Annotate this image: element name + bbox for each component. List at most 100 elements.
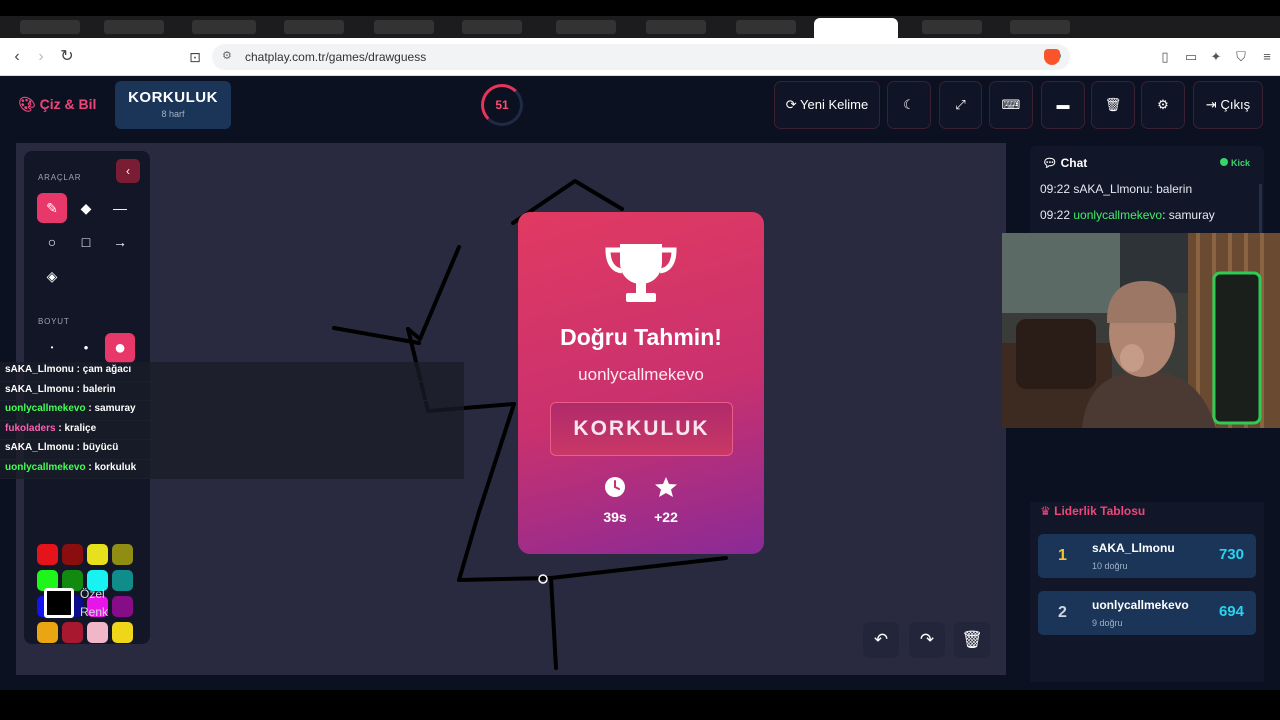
keyboard-button[interactable]: ⌨ (989, 81, 1033, 129)
leader-score: 694 (1218, 603, 1244, 620)
leo-icon[interactable]: ✦ (1207, 48, 1225, 66)
paint-bucket-icon: ◈ (46, 268, 58, 284)
bookmark-icon[interactable]: ⊡ (184, 46, 206, 68)
new-word-button[interactable]: ⟳ Yeni Kelime (774, 81, 880, 129)
clear-canvas-button[interactable]: 🗑︎ (954, 622, 990, 658)
browser-tab[interactable] (556, 20, 616, 34)
color-swatch[interactable]: #eaa513 (37, 622, 58, 643)
browser-tab[interactable] (462, 20, 522, 34)
square-icon: □ (81, 234, 91, 250)
leader-correct-count: 10 doğru (1092, 561, 1128, 571)
screen: ‹ › ↻ ⊡ ⚙ chatplay.com.tr/games/drawgues… (0, 0, 1280, 720)
gear-icon: ⚙ (1157, 97, 1169, 112)
custom-color-label: Özel Renk (80, 587, 109, 619)
forward-icon[interactable]: › (30, 46, 52, 68)
overlay-chat-user: uonlycallmekevo (5, 461, 86, 473)
browser-tab[interactable] (1010, 20, 1070, 34)
browser-tab[interactable] (192, 20, 256, 34)
result-title: Doğru Tahmin! (560, 324, 722, 350)
theme-toggle-button[interactable]: ☾ (887, 81, 931, 129)
webcam-feed (1002, 233, 1280, 428)
brave-shield-icon[interactable] (1044, 49, 1060, 65)
kick-status: Kick (1219, 158, 1250, 168)
points-stat: +22 (636, 475, 696, 525)
points-value: +22 (654, 509, 678, 525)
color-swatch[interactable]: #f1b7c8 (87, 622, 108, 643)
leader-score: 730 (1218, 546, 1244, 563)
box-icon: ▬ (1056, 97, 1070, 112)
logout-icon: ⇥ (1205, 97, 1217, 112)
overlay-chat-message: samuray (94, 403, 136, 414)
status-dot-icon (1219, 158, 1228, 166)
overlay-chat-user: sAKA_Llmonu (5, 364, 74, 375)
overlay-chat-separator: : (73, 383, 83, 395)
address-bar[interactable]: ⚙ chatplay.com.tr/games/drawguess ⊖ (212, 44, 1070, 70)
arrow-tool[interactable]: → (105, 227, 135, 257)
pen-tool[interactable]: ✎ (37, 193, 67, 223)
line-icon: — (113, 200, 127, 216)
url-text: chatplay.com.tr/games/drawguess (245, 50, 427, 64)
sidebar-icon[interactable]: ▯ (1156, 48, 1174, 66)
rectangle-tool[interactable]: □ (71, 227, 101, 257)
exit-button[interactable]: ⇥ Çıkış (1193, 81, 1263, 129)
browser-tab[interactable] (646, 20, 706, 34)
app-logo[interactable]: 🎨︎ Çiz & Bil (18, 96, 96, 113)
undo-icon: ↶ (873, 630, 889, 649)
line-tool[interactable]: — (105, 193, 135, 223)
size-small[interactable]: • (37, 333, 67, 363)
app-logo-text: Çiz & Bil (39, 96, 97, 112)
browser-tab[interactable] (736, 20, 796, 34)
winner-name: uonlycallmekevo (578, 365, 704, 384)
color-swatch[interactable]: #a8182f (62, 622, 83, 643)
fill-tool[interactable]: ◈ (37, 261, 67, 291)
leader-name: uonlycallmekevo (1092, 598, 1189, 612)
browser-tab[interactable] (374, 20, 434, 34)
arrow-right-icon: → (113, 234, 127, 250)
reload-icon[interactable]: ↻ (56, 46, 78, 68)
back-icon[interactable]: ‹ (6, 46, 28, 68)
delete-button[interactable]: 🗑︎ (1091, 81, 1135, 129)
overlay-chat-line: uonlycallmekevo : korkuluk (0, 459, 464, 479)
leaderboard-header: ♛ Liderlik Tablosu (1040, 504, 1145, 518)
browser-tab[interactable] (104, 20, 164, 34)
site-settings-icon[interactable]: ⚙ (222, 49, 232, 62)
overlay-chat-separator: : (73, 364, 83, 375)
size-large[interactable]: ● (105, 333, 135, 363)
redo-button[interactable]: ↷ (909, 622, 945, 658)
color-swatch[interactable]: #e7e01c (87, 544, 108, 565)
fullscreen-button[interactable]: ⤢ (939, 81, 982, 129)
browser-tab[interactable] (20, 20, 80, 34)
wallet-icon[interactable]: ▭ (1182, 48, 1200, 66)
color-swatch[interactable]: #8f8d12 (112, 544, 133, 565)
overlay-chat-user: fukoladers (5, 422, 56, 434)
redo-icon: ↷ (919, 630, 935, 649)
browser-tab-active[interactable] (814, 18, 898, 38)
overlay-chat-line: sAKA_Llmonu : büyücü (0, 440, 464, 460)
kick-status-label: Kick (1230, 158, 1250, 168)
overlay-chat-user: sAKA_Llmonu (5, 442, 74, 453)
settings-button[interactable]: ⚙ (1141, 81, 1185, 129)
circle-tool[interactable]: ○ (37, 227, 67, 257)
browser-tab[interactable] (284, 20, 344, 34)
overlay-chat-user: sAKA_Llmonu (5, 383, 74, 395)
word-hint: 8 harf (161, 109, 185, 119)
size-medium[interactable]: • (71, 333, 101, 363)
overlay-chat-message: korkuluk (94, 461, 137, 473)
browser-tabstrip (0, 16, 1280, 38)
archive-button[interactable]: ▬ (1041, 81, 1085, 129)
menu-icon[interactable]: ≡ (1258, 48, 1276, 66)
browser-tab[interactable] (922, 20, 982, 34)
undo-button[interactable]: ↶ (863, 622, 899, 658)
leader-rank: 1 (1058, 547, 1067, 564)
custom-color-swatch[interactable] (44, 588, 74, 618)
color-swatch[interactable]: #f0d619 (112, 622, 133, 643)
keyboard-icon: ⌨ (1001, 97, 1021, 112)
color-swatch[interactable]: #e5141b (37, 544, 58, 565)
revealed-word: KORKULUK (550, 402, 733, 456)
collapse-panel-button[interactable]: ‹ (116, 159, 140, 183)
vpn-icon[interactable]: ⛉ (1232, 48, 1250, 66)
color-swatch[interactable]: #8b0e0e (62, 544, 83, 565)
eraser-tool[interactable]: ◆ (71, 193, 101, 223)
overlay-chat-separator: : (73, 442, 83, 453)
browser-toolbar: ‹ › ↻ ⊡ ⚙ chatplay.com.tr/games/drawgues… (0, 38, 1280, 76)
